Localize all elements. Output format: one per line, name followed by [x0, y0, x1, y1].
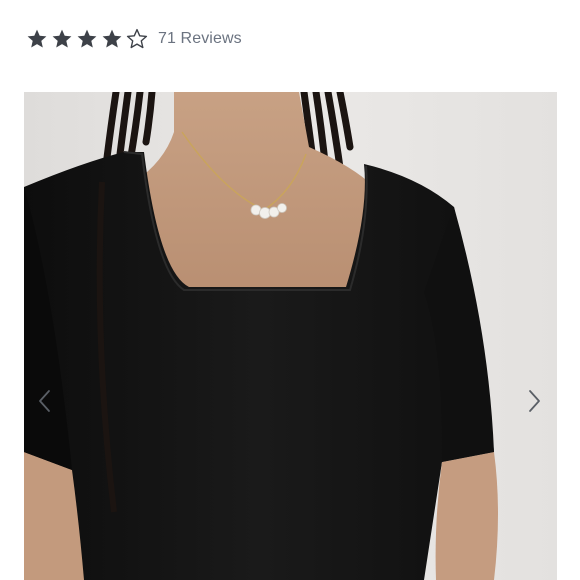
gallery-prev-button[interactable] [32, 384, 56, 418]
star-filled-icon [77, 29, 97, 48]
product-photo [24, 92, 557, 580]
reviews-count-link[interactable]: 71 Reviews [158, 30, 242, 48]
star-filled-icon [102, 29, 122, 48]
product-image-gallery[interactable] [24, 92, 557, 580]
chevron-left-icon [39, 390, 50, 412]
star-filled-icon [27, 29, 47, 48]
product-page: 71 Reviews [0, 0, 580, 580]
rating-summary: 71 Reviews [26, 26, 242, 52]
star-outline-icon [126, 28, 148, 49]
gallery-next-button[interactable] [523, 384, 547, 418]
star-filled-icon [52, 29, 72, 48]
star-rating[interactable] [26, 28, 148, 50]
chevron-right-icon [529, 390, 540, 412]
